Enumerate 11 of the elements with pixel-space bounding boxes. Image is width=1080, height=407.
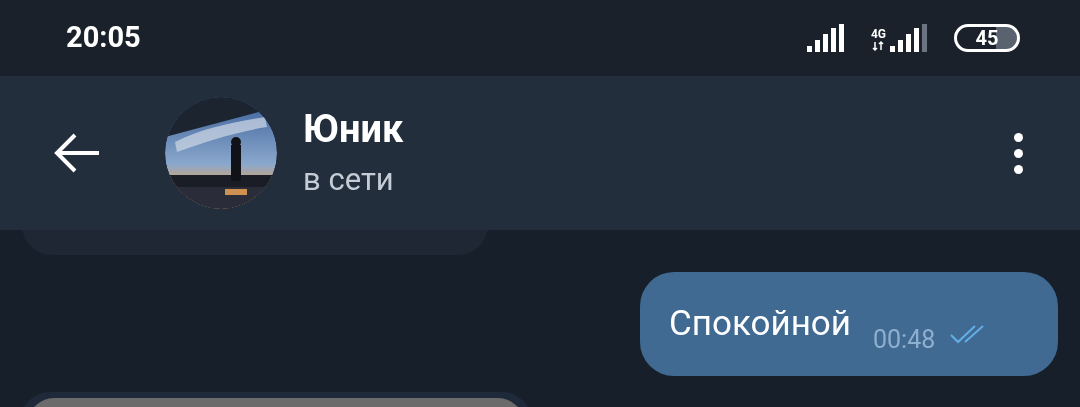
message-time: 00:48 [873,324,936,357]
signal-icon [890,24,930,52]
chat-status: в сети [303,160,395,200]
data-arrows-icon [872,40,885,52]
back-arrow-icon [53,133,101,173]
signal-icon [806,24,847,52]
message-text: Спокойной [669,301,851,346]
battery-level: 45 [975,28,999,48]
status-time: 20:05 [66,19,141,57]
chat-title: Юник [303,106,405,153]
network-type: 4G [870,28,886,40]
